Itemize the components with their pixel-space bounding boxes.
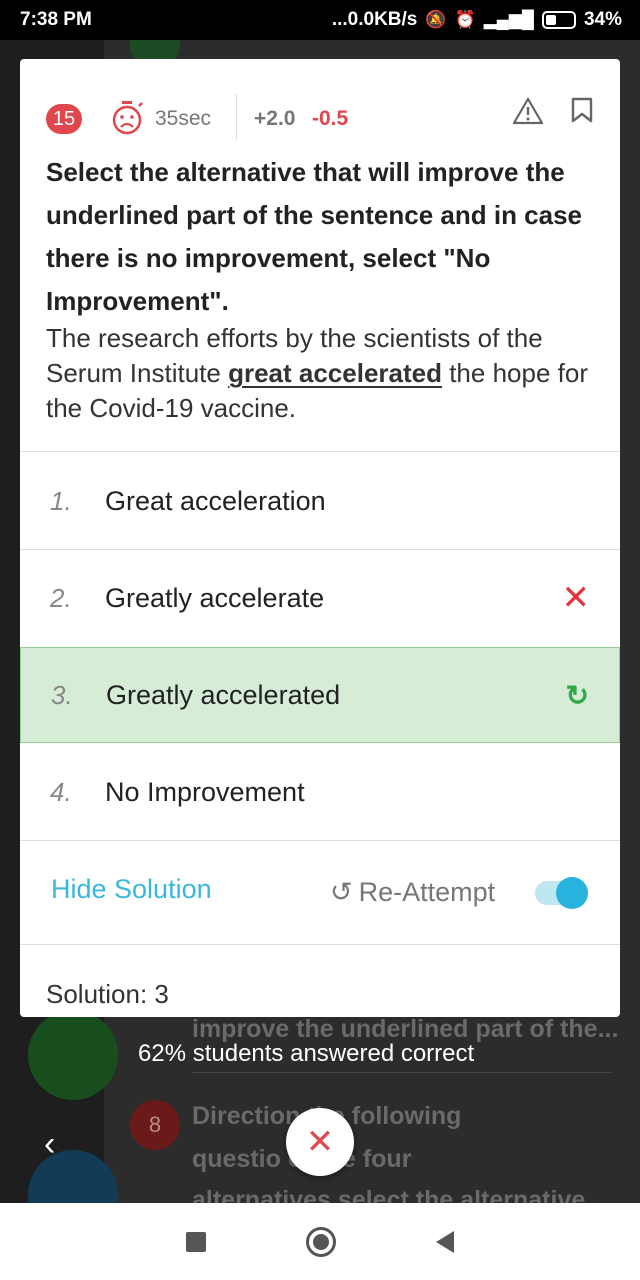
status-time: 7:38 PM: [20, 9, 92, 30]
status-bar: 7:38 PM ...0.0KB/s 🔕 ⏰ ▂▄▆█ 34%: [0, 0, 640, 40]
question-instruction: Select the alternative that will improve…: [46, 157, 583, 316]
navigation-bar: [0, 1203, 640, 1280]
option-number: 3.: [51, 679, 73, 710]
option-text: Greatly accelerate: [105, 582, 325, 613]
option-number: 4.: [50, 776, 72, 807]
home-button[interactable]: [306, 1226, 336, 1257]
divider: [20, 944, 620, 945]
option-number: 1.: [50, 485, 72, 516]
toggle-knob[interactable]: [556, 877, 588, 909]
marks-negative: -0.5: [312, 107, 349, 130]
question-number-badge: 15: [46, 104, 82, 134]
background-target-button: [28, 1010, 118, 1100]
alarm-icon: ⏰: [454, 10, 476, 29]
sentence-underlined: great accelerated: [228, 358, 442, 388]
network-speed: ...0.0KB/s: [331, 9, 418, 30]
status-icons: ...0.0KB/s 🔕 ⏰ ▂▄▆█ 34%: [332, 9, 622, 31]
option-1[interactable]: 1. Great acceleration: [20, 453, 620, 549]
option-4[interactable]: 4. No Improvement: [20, 744, 620, 840]
marks-positive: +2.0: [254, 107, 296, 130]
correct-answer-icon: ↻: [565, 679, 589, 711]
option-3[interactable]: 3. Greatly accelerated ↻: [20, 647, 620, 743]
sad-timer-icon: [112, 101, 143, 135]
divider: [20, 451, 620, 452]
back-arrow-icon[interactable]: ‹: [44, 1125, 55, 1164]
hide-solution-link[interactable]: Hide Solution: [51, 874, 212, 905]
battery-percent: 34%: [583, 9, 622, 30]
option-text: No Improvement: [105, 776, 305, 807]
recents-button[interactable]: [186, 1231, 206, 1252]
bookmark-icon[interactable]: [571, 97, 593, 123]
background-question-number: 8: [130, 1100, 180, 1150]
header-divider: [236, 94, 237, 140]
divider: [20, 840, 620, 841]
time-taken: 35sec: [155, 107, 212, 130]
option-number: 2.: [50, 582, 72, 613]
close-icon: ✕: [305, 1123, 335, 1161]
mute-icon: 🔕: [425, 10, 447, 29]
report-warning-icon[interactable]: [512, 97, 544, 125]
question-sentence: The research efforts by the scientists o…: [46, 321, 606, 426]
solution-text: Solution: 3: [46, 979, 169, 1009]
signal-4g-icon: ▂▄▆█: [483, 10, 534, 29]
question-card: 15 35sec +2.0 -0.5 Select the alternativ…: [20, 59, 620, 1017]
back-button[interactable]: [436, 1230, 454, 1253]
option-text: Great acceleration: [105, 485, 326, 516]
option-text: Greatly accelerated: [106, 679, 341, 710]
battery-charging-icon: [541, 11, 576, 29]
option-2[interactable]: 2. Greatly accelerate ✕: [20, 550, 620, 646]
wrong-answer-icon: ✕: [561, 579, 591, 617]
close-button[interactable]: ✕: [286, 1108, 354, 1176]
reattempt-label: Re-Attempt: [358, 877, 496, 907]
reattempt-icon: ↺: [330, 877, 353, 907]
background-divider: [192, 1072, 612, 1073]
reattempt-button[interactable]: ↺ Re-Attempt: [330, 877, 495, 908]
stat-text: 62% students answered correct: [138, 1040, 475, 1067]
